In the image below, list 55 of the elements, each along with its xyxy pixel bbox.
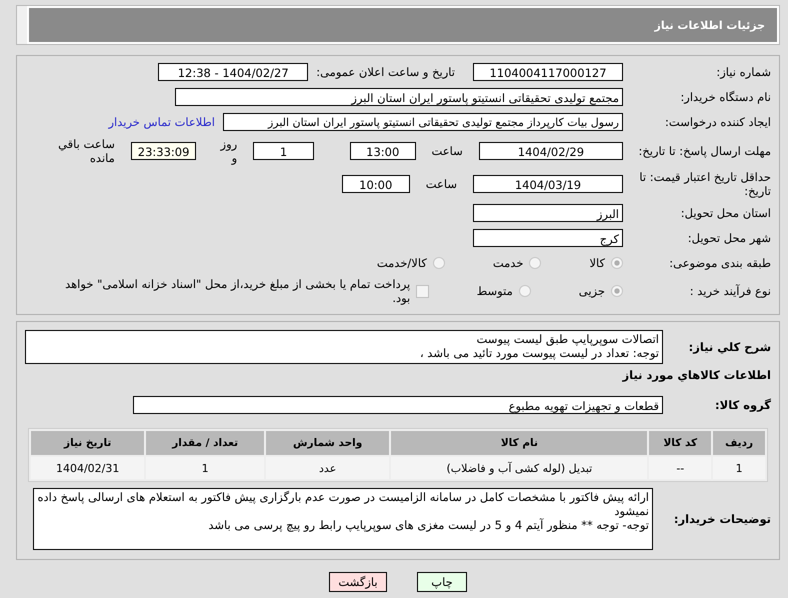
province-field[interactable]: البرز: [473, 204, 623, 222]
column-header: واحد شمارش: [266, 431, 390, 455]
days-field[interactable]: 1: [253, 142, 314, 160]
column-header: کد کالا: [649, 431, 712, 455]
time-label: ساعت: [432, 144, 463, 158]
field-label: نوع فرآیند خرید :: [688, 284, 771, 298]
table-cell: 1: [713, 457, 765, 479]
section-heading: اطلاعات کالاهاي مورد نیاز: [621, 368, 771, 382]
need-number-field[interactable]: 1104004117000127: [473, 63, 623, 81]
page-title: جزئیات اطلاعات نیاز: [27, 6, 779, 44]
announce-date-field[interactable]: 1404/02/27 - 12:38: [158, 63, 308, 81]
table-cell: 1404/02/31: [31, 457, 144, 479]
field-label: توضیحات خریدار:: [672, 512, 771, 526]
goods-group-field[interactable]: قطعات و تجهیزات تهویه مطبوع: [133, 396, 663, 414]
city-field[interactable]: کرج: [473, 229, 623, 247]
table-cell: عدد: [266, 457, 390, 479]
field-label: نام دستگاه خریدار:: [679, 90, 771, 104]
table-cell: 1: [146, 457, 264, 479]
buyer-field[interactable]: مجتمع تولیدی تحقیقاتی انستیتو پاستور ایران استان البرز: [175, 88, 623, 106]
column-header: تاریخ نیاز: [31, 431, 144, 455]
column-header: ردیف: [713, 431, 765, 455]
deadline-date-field[interactable]: 1404/02/29: [478, 142, 623, 160]
field-label: تاریخ و ساعت اعلان عمومی:: [316, 65, 455, 79]
validity-time-field[interactable]: 10:00: [342, 175, 410, 193]
field-label: ایجاد کننده درخواست:: [664, 115, 771, 129]
days-label: روز و: [219, 137, 238, 165]
remaining-label: ساعت باقي مانده: [57, 137, 115, 165]
remaining-time-field: 23:33:09: [130, 142, 196, 160]
deadline-time-field[interactable]: 13:00: [350, 142, 416, 160]
creator-field[interactable]: رسول بیات کارپرداز مجتمع تولیدی تحقیقاتی انستیتو پاستور ایران استان البرز: [223, 113, 623, 131]
back-button[interactable]: بازگشت: [329, 572, 387, 592]
table-cell: --: [649, 457, 712, 479]
field-label: گروه کالا:: [714, 398, 771, 412]
process-radio[interactable]: متوسط: [476, 284, 531, 298]
payment-checkbox[interactable]: پرداخت تمام یا بخشی از مبلغ خرید،از محل "اسناد خزانه اسلامی" خواهد بود.: [65, 277, 429, 305]
table-cell: تبدیل (لوله کشی آب و فاضلاب): [391, 457, 648, 479]
column-header: نام کالا: [391, 431, 648, 455]
column-header: تعداد / مقدار: [146, 431, 264, 455]
notes-textarea[interactable]: ارائه پیش فاکتور با مشخصات کامل در سامانه الزامیست در صورت عدم بارگزاری پیش فاکتور به استعلام های ارسالی پاسخ داده نمیشود توجه- توجه ** منظور آیتم 4 و 5 در لیست مغزی های سوپرپایپ رابط رو پیچ پرسی می باشد: [33, 488, 653, 550]
summary-textarea[interactable]: اتصالات سوپرپایپ طبق لیست پیوست توجه: تعداد در لیست پیوست مورد تائید می باشد ،: [25, 330, 663, 364]
category-radio[interactable]: کالا: [589, 256, 623, 270]
field-label: حداقل تاریخ اعتبار قیمت: تا تاریخ:: [638, 170, 771, 198]
buyer-contact-link[interactable]: اطلاعات تماس خریدار: [108, 115, 215, 129]
process-radio[interactable]: جزیی: [578, 284, 623, 298]
field-label: شماره نیاز:: [715, 65, 771, 79]
field-label: طبقه بندی موضوعی:: [668, 256, 771, 270]
category-radio[interactable]: خدمت: [492, 256, 542, 270]
field-label: استان محل تحویل:: [680, 206, 771, 220]
print-button[interactable]: چاپ: [417, 572, 467, 592]
validity-date-field[interactable]: 1404/03/19: [473, 175, 623, 193]
time-label: ساعت: [426, 177, 457, 191]
field-label: شرح کلي نیاز:: [688, 340, 771, 354]
category-radio[interactable]: کالا/خدمت: [376, 256, 445, 270]
field-label: مهلت ارسال پاسخ: تا تاریخ:: [637, 144, 771, 158]
field-label: شهر محل تحویل:: [686, 231, 771, 245]
